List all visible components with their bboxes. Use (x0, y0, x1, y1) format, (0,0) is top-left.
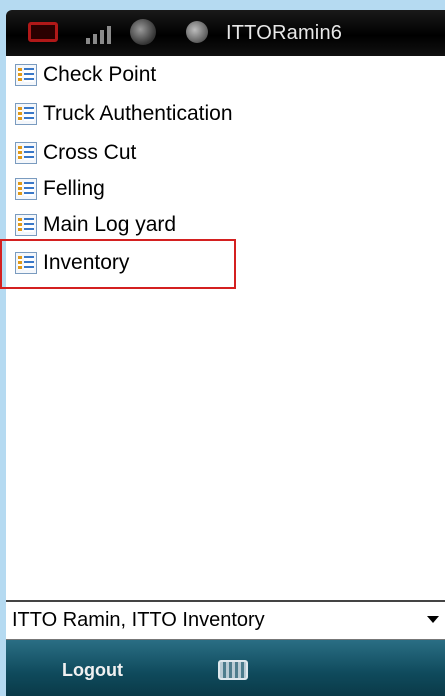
selection-highlight (0, 239, 236, 289)
windows-start-icon[interactable] (28, 22, 58, 42)
globe-icon (130, 19, 156, 45)
profile-dropdown[interactable]: ITTO Ramin, ITTO Inventory (6, 600, 445, 640)
status-bar: ITTORamin6 (6, 10, 445, 56)
signal-icon (86, 22, 112, 44)
menu-list: Check Point Truck Authentication Cross C… (6, 56, 445, 600)
list-icon (15, 142, 37, 164)
list-icon (15, 214, 37, 236)
menu-item-label: Felling (43, 177, 105, 200)
app-title: ITTORamin6 (226, 22, 343, 44)
menu-item-cross-cut[interactable]: Cross Cut (15, 140, 136, 166)
menu-item-felling[interactable]: Felling (15, 176, 105, 202)
sync-icon (186, 21, 208, 43)
menu-item-label: Truck Authentication (43, 102, 233, 125)
menu-item-label: Main Log yard (43, 213, 177, 236)
list-icon (15, 64, 37, 86)
menu-item-truck-authentication[interactable]: Truck Authentication (15, 101, 233, 127)
device-frame: ITTORamin6 Check Point Truck Authenticat… (0, 0, 445, 696)
list-icon (15, 103, 37, 125)
menu-item-label: Cross Cut (43, 141, 137, 164)
menu-item-label: Check Point (43, 63, 157, 86)
chevron-down-icon[interactable] (427, 616, 439, 623)
list-icon (15, 178, 37, 200)
keyboard-icon[interactable] (218, 660, 248, 680)
menu-item-main-log-yard[interactable]: Main Log yard (15, 212, 176, 238)
dropdown-selected-value: ITTO Ramin, ITTO Inventory (12, 609, 265, 631)
softkey-bar: Logout (6, 640, 445, 696)
logout-button[interactable]: Logout (62, 660, 123, 681)
menu-item-check-point[interactable]: Check Point (15, 62, 156, 88)
